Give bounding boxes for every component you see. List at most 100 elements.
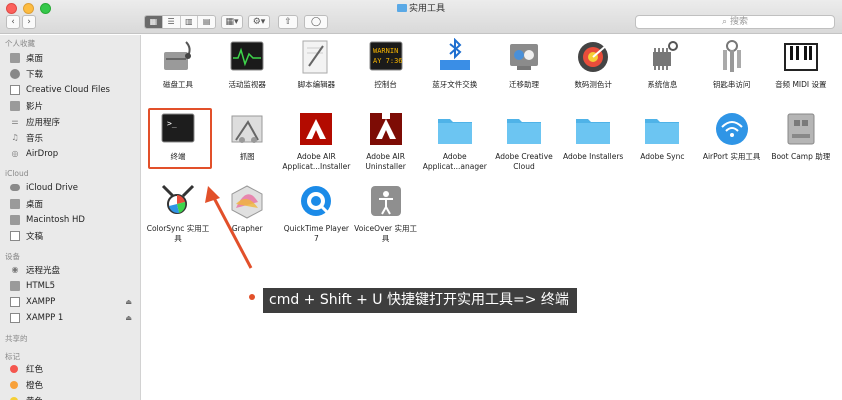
icon-shape	[787, 113, 815, 145]
app-label: 脚本编辑器	[297, 80, 336, 89]
app-item[interactable]: Adobe Applicat...anager	[420, 110, 490, 172]
icon-shape	[507, 119, 541, 144]
app-label: Boot Camp 助理	[771, 152, 831, 161]
app-item[interactable]: 数码测色计	[558, 38, 628, 90]
sidebar-item-documents[interactable]: 文稿	[10, 228, 140, 243]
icon-screen-text: >_	[167, 119, 177, 128]
icon-shape	[437, 123, 472, 144]
icon-shape	[230, 41, 264, 71]
window-title-text: 实用工具	[408, 4, 445, 14]
forward-button[interactable]: ›	[22, 15, 36, 29]
sidebar-item-movies[interactable]: 影片	[10, 98, 140, 113]
sidebar-item-downloads[interactable]: 下载	[10, 66, 140, 81]
sidebar-item-creative-cloud[interactable]: Creative Cloud Files	[10, 82, 140, 97]
tag-button[interactable]: ◯	[304, 15, 328, 29]
icon-shape	[164, 52, 188, 70]
app-item[interactable]: AirPort 实用工具	[697, 110, 767, 162]
app-label: Adobe Sync	[640, 152, 685, 161]
sidebar-item-macintosh-hd[interactable]: Macintosh HD	[10, 212, 140, 227]
app-item[interactable]: 蓝牙文件交换	[420, 37, 490, 90]
app-item[interactable]: Boot Camp 助理	[766, 110, 836, 162]
sidebar-item-label: Macintosh HD	[26, 214, 85, 225]
app-item[interactable]: 磁盘工具	[143, 38, 213, 90]
icon-shape	[803, 46, 807, 60]
action-gear-button[interactable]: ⚙▾	[248, 15, 270, 29]
search-placeholder: 搜索	[729, 17, 748, 27]
app-item[interactable]: 音频 MIDI 设置	[766, 38, 836, 90]
app-item[interactable]: ColorSync 实用工具	[143, 182, 213, 244]
gallery-view-button[interactable]: ▤	[198, 16, 215, 28]
icon-shape	[181, 184, 195, 198]
list-view-button[interactable]: ☰	[163, 16, 181, 28]
sidebar-item-label: HTML5	[26, 280, 56, 291]
app-item[interactable]: Grapher	[212, 182, 282, 234]
icon-shape	[653, 52, 672, 66]
app-item[interactable]: Adobe Creative Cloud	[489, 110, 559, 172]
arrange-button[interactable]: ▦▾	[221, 15, 243, 29]
sidebar-item-icloud-desktop[interactable]: 桌面	[10, 196, 140, 211]
icon-shape	[715, 113, 748, 145]
eject-icon[interactable]: ⏏	[125, 314, 132, 322]
app-item[interactable]: Adobe AIR Uninstaller	[351, 110, 421, 172]
disc-icon: ◉	[11, 264, 19, 274]
applications-icon: ⚌	[11, 116, 19, 126]
column-view-button[interactable]: ▥	[181, 16, 199, 28]
sidebar-item-music[interactable]: ♫ 音乐	[10, 130, 140, 145]
sidebar-tag-yellow[interactable]: 黄色	[10, 393, 140, 400]
sidebar-section-icloud: iCloud	[5, 169, 29, 178]
grapher-icon	[228, 182, 266, 220]
icon-shape	[439, 37, 470, 70]
app-item[interactable]: Adobe Sync	[627, 110, 697, 162]
sidebar-item-airdrop[interactable]: ◎ AirDrop	[10, 146, 140, 161]
app-item[interactable]: 钥匙串访问	[697, 38, 767, 90]
app-item[interactable]: VoiceOver 实用工具	[351, 182, 421, 244]
icon-view-button[interactable]: ▦	[145, 16, 163, 28]
sidebar-item-html5[interactable]: HTML5	[10, 278, 140, 293]
file-icon	[10, 84, 20, 95]
app-item[interactable]: 抓图	[212, 110, 282, 162]
icon-shape	[576, 123, 611, 144]
app-item[interactable]: 迁移助理	[489, 38, 559, 90]
app-label: QuickTime Player 7	[283, 224, 350, 243]
app-item[interactable]: 活动监视器	[212, 38, 282, 90]
eject-icon[interactable]: ⏏	[125, 298, 132, 306]
icon-shape	[510, 44, 538, 70]
icon-shape	[231, 185, 263, 219]
sidebar-item-xampp-1[interactable]: XAMPP 1 ⏏	[10, 310, 140, 325]
icon-shape	[437, 119, 472, 144]
share-button[interactable]: ⇧	[278, 15, 298, 29]
icon-shape	[517, 66, 531, 70]
system-info-icon	[643, 38, 681, 76]
app-item[interactable]: QuickTime Player 7	[281, 182, 351, 244]
sidebar-tag-red[interactable]: 红色	[10, 361, 140, 376]
app-item[interactable]: 脚本编辑器	[281, 38, 351, 90]
sidebar-item-remote-disc[interactable]: ◉ 远程光盘	[10, 262, 140, 277]
sidebar-item-xampp[interactable]: XAMPP ⏏	[10, 294, 140, 309]
app-item[interactable]: >_ 终端	[143, 110, 213, 162]
icon-shape: WARNIN AY 7:36	[369, 41, 402, 71]
app-item[interactable]: 系统信息	[627, 38, 697, 90]
sidebar-item-desktop[interactable]: 桌面	[10, 50, 140, 65]
tag-color-dot	[10, 364, 18, 373]
script-editor-icon	[297, 38, 335, 76]
icon-shape	[578, 42, 609, 72]
app-label: 迁移助理	[509, 80, 539, 89]
tag-color-dot	[10, 380, 18, 389]
icon-shape: >_	[161, 113, 195, 143]
file-grid: 磁盘工具 活动监视器 脚本编辑器 WARNIN AY 7:36 控制台 蓝牙文件交换 迁移助理…	[142, 35, 842, 400]
sidebar-item-label: AirDrop	[26, 148, 59, 159]
app-item[interactable]: Adobe Installers	[558, 110, 628, 162]
search-input[interactable]: ⌕ 搜索	[635, 15, 835, 29]
app-item[interactable]: Adobe AIR Applicat...Installer	[281, 110, 351, 172]
icon-shape	[166, 58, 186, 60]
disk-utility-icon	[159, 38, 197, 76]
bluetooth-icon	[436, 37, 474, 76]
app-item[interactable]: WARNIN AY 7:36 控制台	[351, 38, 421, 90]
sidebar-item-applications[interactable]: ⚌ 应用程序	[10, 114, 140, 129]
annotation-callout: cmd + Shift + U 快捷键打开实用工具=> 终端	[263, 288, 577, 313]
back-button[interactable]: ‹	[6, 15, 20, 29]
sidebar-item-icloud-drive[interactable]: iCloud Drive	[10, 180, 140, 195]
quicktime-icon	[297, 182, 335, 220]
sidebar-tag-orange[interactable]: 橙色	[10, 377, 140, 392]
icon-shape	[239, 137, 246, 143]
